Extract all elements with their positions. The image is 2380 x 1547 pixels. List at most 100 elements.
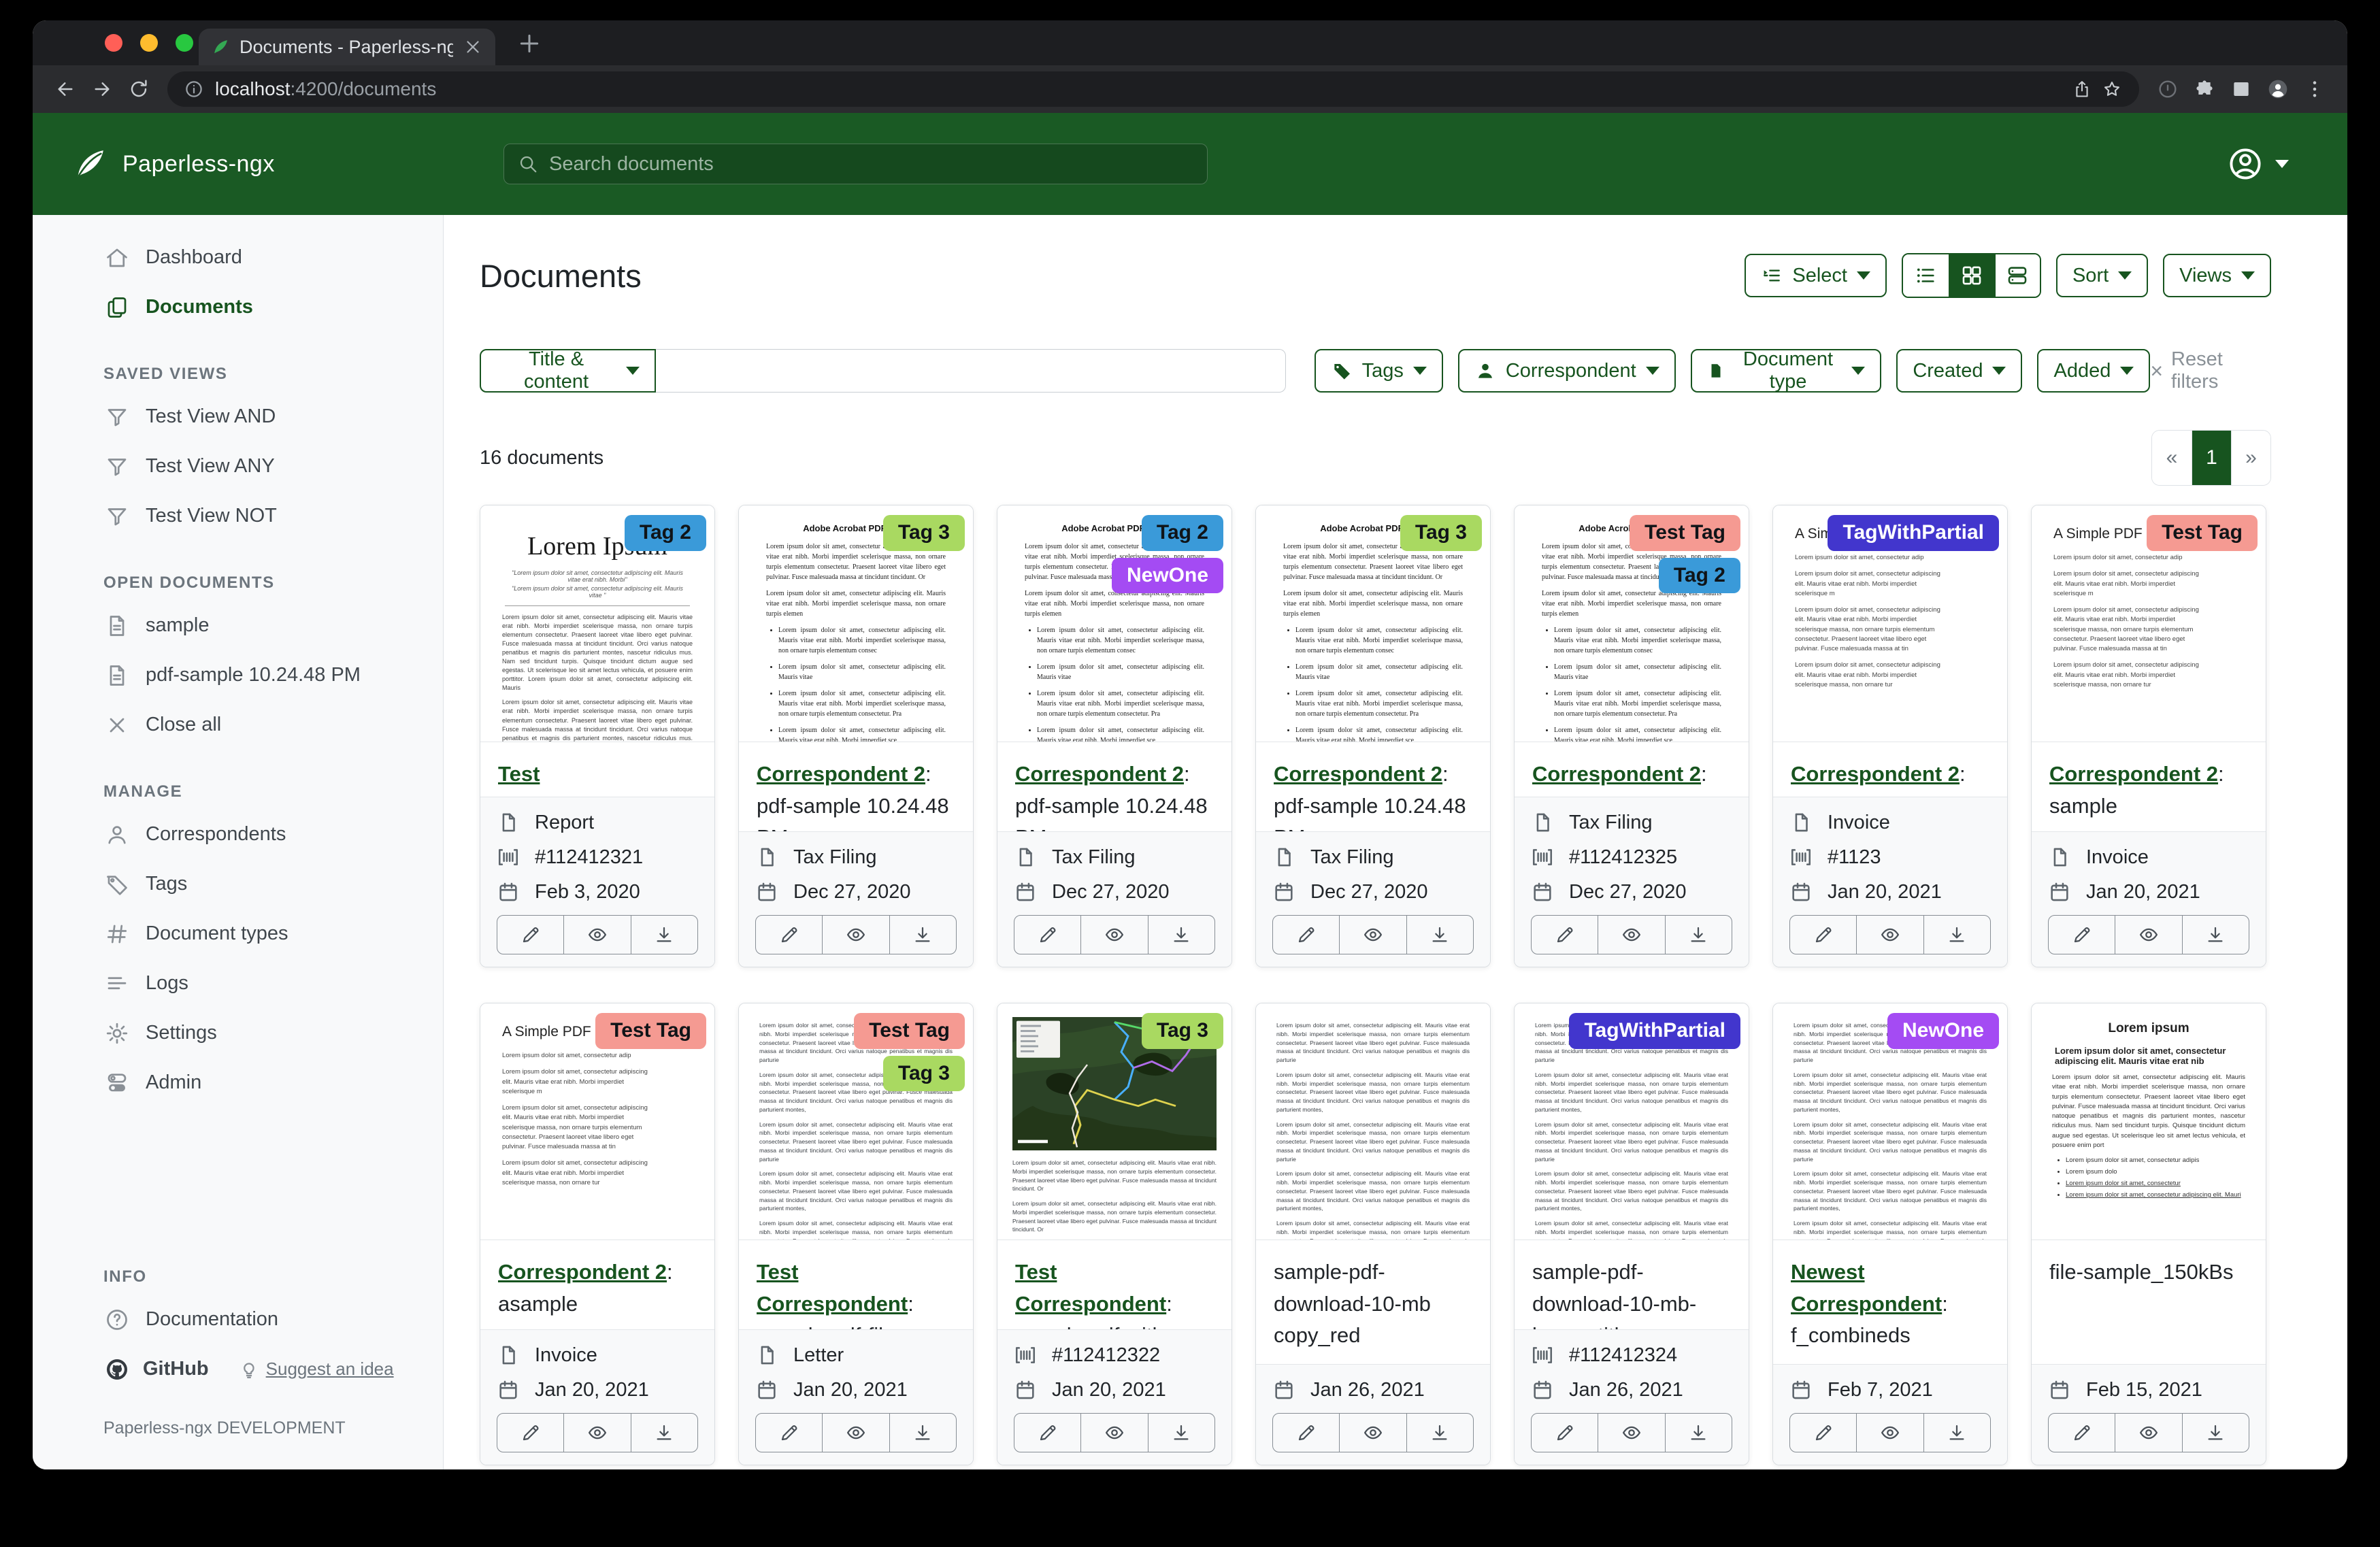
document-thumbnail[interactable]: Lorem ipsum dolor sit amet, consectetur … <box>1256 1003 1490 1240</box>
sidebar-item-dashboard[interactable]: Dashboard <box>33 233 443 282</box>
minimize-window-button[interactable] <box>140 34 158 52</box>
download-button[interactable] <box>631 916 697 954</box>
download-button[interactable] <box>889 916 956 954</box>
sidebar-item-github[interactable]: GitHub Suggest an idea <box>33 1344 443 1394</box>
edit-button[interactable] <box>1273 916 1339 954</box>
sidebar-item-settings[interactable]: Settings <box>33 1008 443 1058</box>
edit-button[interactable] <box>1532 916 1598 954</box>
correspondent-link[interactable]: Correspondent 2 <box>498 1260 667 1284</box>
new-tab-button[interactable] <box>516 30 543 57</box>
filter-correspondent-dropdown[interactable]: Correspondent <box>1458 349 1676 393</box>
sidebar-item-documentation[interactable]: Documentation <box>33 1295 443 1344</box>
select-button[interactable]: Select <box>1745 254 1887 297</box>
document-preview[interactable]: Lorem Ipsum"Lorem ipsum dolor sit amet, … <box>480 505 714 742</box>
edit-button[interactable] <box>1790 1414 1856 1452</box>
tag-badge[interactable]: Tag 2 <box>1659 558 1740 594</box>
browser-menu-kebab-icon[interactable] <box>2298 73 2331 105</box>
document-preview[interactable]: A Simple PDF FileLorem ipsum dolor sit a… <box>480 1003 714 1240</box>
pagination-next-button[interactable]: » <box>2231 431 2270 485</box>
download-button[interactable] <box>2182 1414 2249 1452</box>
view-button[interactable] <box>563 1414 630 1452</box>
edit-button[interactable] <box>2049 1414 2115 1452</box>
download-button[interactable] <box>1923 1414 1990 1452</box>
tag-badge[interactable]: Test Tag <box>595 1013 706 1049</box>
view-button[interactable] <box>1598 1414 1664 1452</box>
tag-badge[interactable]: TagWithPartial <box>1569 1013 1740 1049</box>
sidebar-open-document[interactable]: pdf-sample 10.24.48 PM <box>33 650 443 700</box>
address-bar[interactable]: localhost:4200/documents <box>167 71 2139 107</box>
document-preview[interactable]: Lorem ipsum dolor sit amet, consectetur … <box>739 1003 973 1240</box>
search-input[interactable] <box>549 153 1193 176</box>
download-button[interactable] <box>1923 916 1990 954</box>
tag-badge[interactable]: Test Tag <box>1630 515 1740 551</box>
edit-button[interactable] <box>756 916 822 954</box>
pagination-prev-button[interactable]: « <box>2152 431 2192 485</box>
close-window-button[interactable] <box>105 34 122 52</box>
correspondent-link[interactable]: Correspondent 2 <box>1015 762 1184 786</box>
back-button[interactable] <box>49 73 82 105</box>
view-button[interactable] <box>822 916 889 954</box>
site-info-icon[interactable] <box>184 79 204 99</box>
sidebar-saved-view[interactable]: Test View AND <box>33 392 443 442</box>
filter-document-type-dropdown[interactable]: Document type <box>1691 349 1882 393</box>
view-button[interactable] <box>1339 1414 1406 1452</box>
document-preview[interactable]: Lorem ipsum dolor sit amet, consectetur … <box>1256 1003 1490 1240</box>
tag-badge[interactable]: Test Tag <box>2147 515 2258 551</box>
edit-button[interactable] <box>2049 916 2115 954</box>
view-button[interactable] <box>1339 916 1406 954</box>
download-button[interactable] <box>631 1414 697 1452</box>
reset-filters-button[interactable]: × Reset filters <box>2150 348 2271 393</box>
filter-created-dropdown[interactable]: Created <box>1896 349 2022 393</box>
download-button[interactable] <box>1665 1414 1732 1452</box>
document-preview[interactable]: A Simple PDF FileLorem ipsum dolor sit a… <box>1773 505 2007 742</box>
tag-badge[interactable]: Tag 3 <box>1400 515 1482 551</box>
view-button[interactable] <box>2115 916 2181 954</box>
edit-button[interactable] <box>497 916 563 954</box>
document-preview[interactable]: A Simple PDF FileLorem ipsum dolor sit a… <box>2032 505 2266 742</box>
app-brand[interactable]: Paperless-ngx <box>71 113 275 215</box>
correspondent-link[interactable]: Correspondent 2 <box>2049 762 2218 786</box>
tag-badge[interactable]: NewOne <box>1887 1013 1999 1049</box>
tag-badge[interactable]: NewOne <box>1112 558 1223 594</box>
title-content-dropdown[interactable]: Title & content <box>480 349 656 393</box>
sidebar-saved-view[interactable]: Test View ANY <box>33 442 443 491</box>
document-preview[interactable]: Lorem ipsumLorem ipsum dolor sit amet, c… <box>2032 1003 2266 1240</box>
view-button[interactable] <box>1856 916 1923 954</box>
tag-badge[interactable]: TagWithPartial <box>1828 515 1999 551</box>
sidebar-item-admin[interactable]: Admin <box>33 1058 443 1108</box>
document-preview[interactable]: Lorem ipsum dolor sit amet, consectetur … <box>1773 1003 2007 1240</box>
download-button[interactable] <box>1148 916 1214 954</box>
download-button[interactable] <box>1148 1414 1214 1452</box>
sidebar-item-documents[interactable]: Documents <box>33 282 443 332</box>
edit-button[interactable] <box>497 1414 563 1452</box>
browser-profile-avatar[interactable] <box>2262 73 2294 105</box>
view-list-button[interactable] <box>1903 254 1949 297</box>
filter-tags-dropdown[interactable]: Tags <box>1315 349 1443 393</box>
tag-badge[interactable]: Test Tag <box>854 1013 965 1049</box>
filter-added-dropdown[interactable]: Added <box>2037 349 2150 393</box>
tab-close-icon[interactable] <box>463 37 483 57</box>
view-button[interactable] <box>1856 1414 1923 1452</box>
correspondent-link[interactable]: Correspondent 2 <box>1274 762 1442 786</box>
edit-button[interactable] <box>756 1414 822 1452</box>
view-button[interactable] <box>1080 916 1147 954</box>
document-preview[interactable]: Lorem ipsum dolor sit amet, consectetur … <box>1515 1003 1749 1240</box>
document-preview[interactable]: Adobe Acrobat PDF FilesLorem ipsum dolor… <box>1515 505 1749 742</box>
user-menu[interactable] <box>2228 113 2289 215</box>
sidebar-item-logs[interactable]: Logs <box>33 959 443 1008</box>
view-button[interactable] <box>822 1414 889 1452</box>
correspondent-link[interactable]: Test Correspondent <box>1015 1260 1166 1316</box>
filter-text-input[interactable] <box>656 349 1286 393</box>
maximize-window-button[interactable] <box>176 34 193 52</box>
correspondent-link[interactable]: Correspondent 2 <box>1791 762 1960 786</box>
download-button[interactable] <box>1406 916 1473 954</box>
sidebar-item-tags[interactable]: Tags <box>33 859 443 909</box>
edit-button[interactable] <box>1014 916 1080 954</box>
view-button[interactable] <box>563 916 630 954</box>
edit-button[interactable] <box>1014 1414 1080 1452</box>
download-button[interactable] <box>1406 1414 1473 1452</box>
tag-badge[interactable]: Tag 2 <box>625 515 706 551</box>
side-panel-icon[interactable] <box>2225 73 2258 105</box>
document-preview[interactable]: Adobe Acrobat PDF FilesLorem ipsum dolor… <box>997 505 1232 742</box>
sidebar-saved-view[interactable]: Test View NOT <box>33 491 443 541</box>
